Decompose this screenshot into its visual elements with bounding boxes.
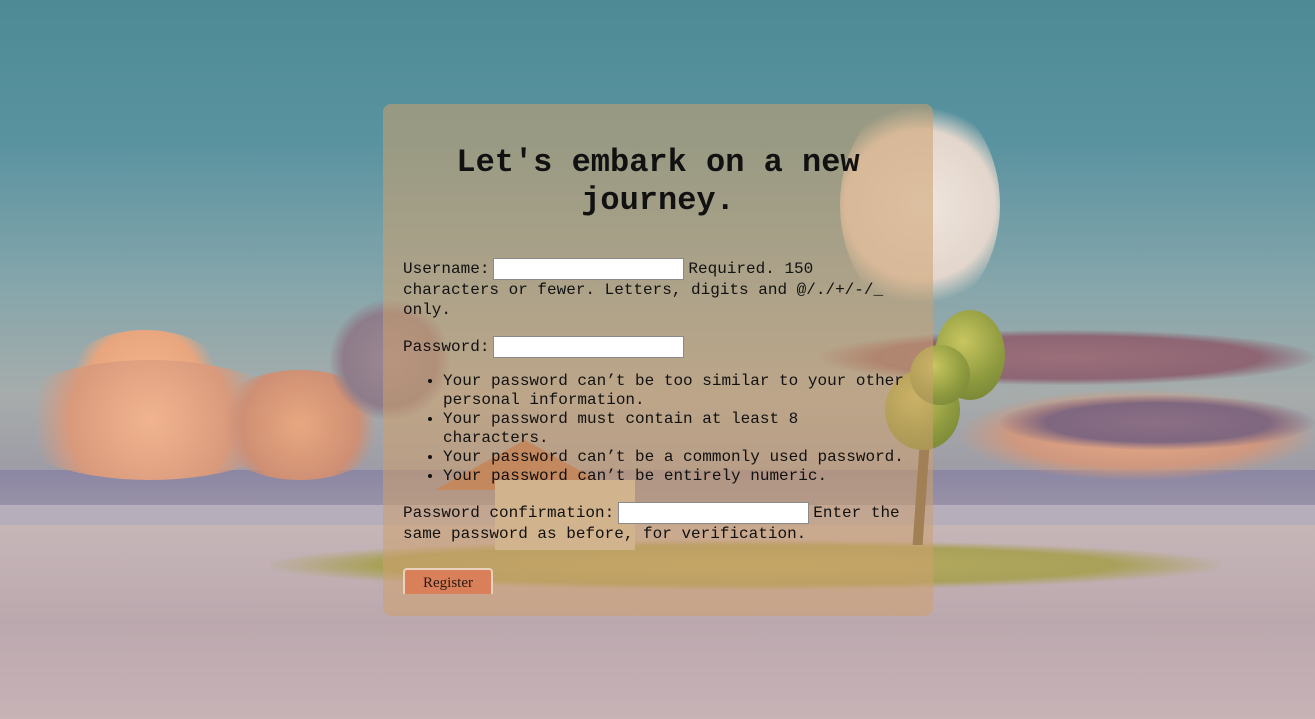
password-input[interactable] [493,336,685,358]
password-label: Password: [403,338,490,357]
password-row: Password: [403,336,913,358]
page-title: Let's embark on a new journey. [456,144,860,219]
list-item: Your password can’t be a commonly used p… [443,448,913,467]
username-input[interactable] [493,258,685,280]
password-confirmation-input[interactable] [618,502,810,524]
register-form: Username: Required. 150 characters or few… [403,258,913,594]
list-item: Your password can’t be entirely numeric. [443,467,913,486]
username-row: Username: Required. 150 characters or few… [403,258,913,320]
register-button[interactable]: Register [403,568,493,594]
list-item: Your password can’t be too similar to yo… [443,372,913,410]
register-card: Let's embark on a new journey. Username:… [383,104,933,616]
password-confirmation-row: Password confirmation: Enter the same pas… [403,502,913,544]
list-item: Your password must contain at least 8 ch… [443,410,913,448]
password-help-list: Your password can’t be too similar to yo… [403,372,913,486]
username-label: Username: [403,260,490,279]
password-confirmation-label: Password confirmation: [403,504,615,523]
